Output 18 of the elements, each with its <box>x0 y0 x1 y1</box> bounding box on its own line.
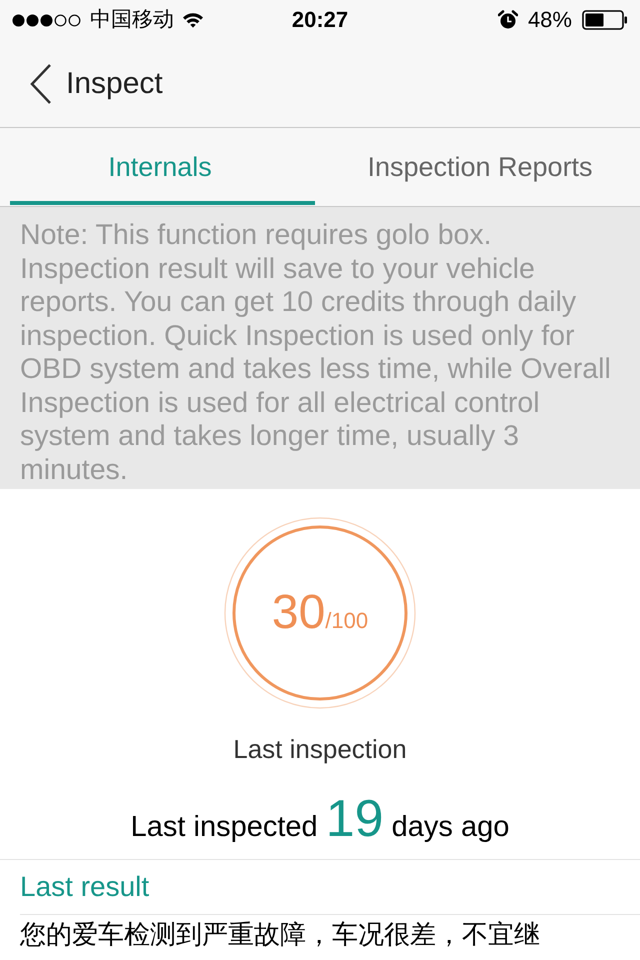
battery-icon <box>582 10 628 30</box>
alarm-clock-icon <box>498 10 518 30</box>
back-chevron-icon <box>30 64 52 104</box>
clock-time: 20:27 <box>292 7 348 33</box>
tab[interactable]: Inspection Reports <box>320 128 640 206</box>
page-title: Inspect <box>66 66 163 102</box>
result-text: 您的爱车检测到严重故障，车况很差，不宜继 <box>20 918 541 949</box>
wifi-icon <box>182 12 204 28</box>
score-text: 30/100 <box>272 589 368 637</box>
carrier-name: 中国移动 <box>90 7 174 33</box>
last-inspected-text: Last inspected 19 days ago <box>130 789 510 850</box>
battery-percentage: 48% <box>528 7 572 33</box>
note-text: Note: This function requires golo box. Inspection result will save to your vehicle reports. You can get 10 credits through daily inspection. Quick Inspection is used only for OBD system and takes less time, while Overall Inspection is used for all electrical control system and takes longer time, usually 3 minutes. <box>20 219 612 487</box>
back-button[interactable] <box>30 64 52 104</box>
score-caption: Last inspection <box>233 733 407 765</box>
signal-icon <box>12 14 82 26</box>
tab[interactable]: Internals <box>0 128 320 206</box>
section-heading: Last result <box>20 871 150 902</box>
